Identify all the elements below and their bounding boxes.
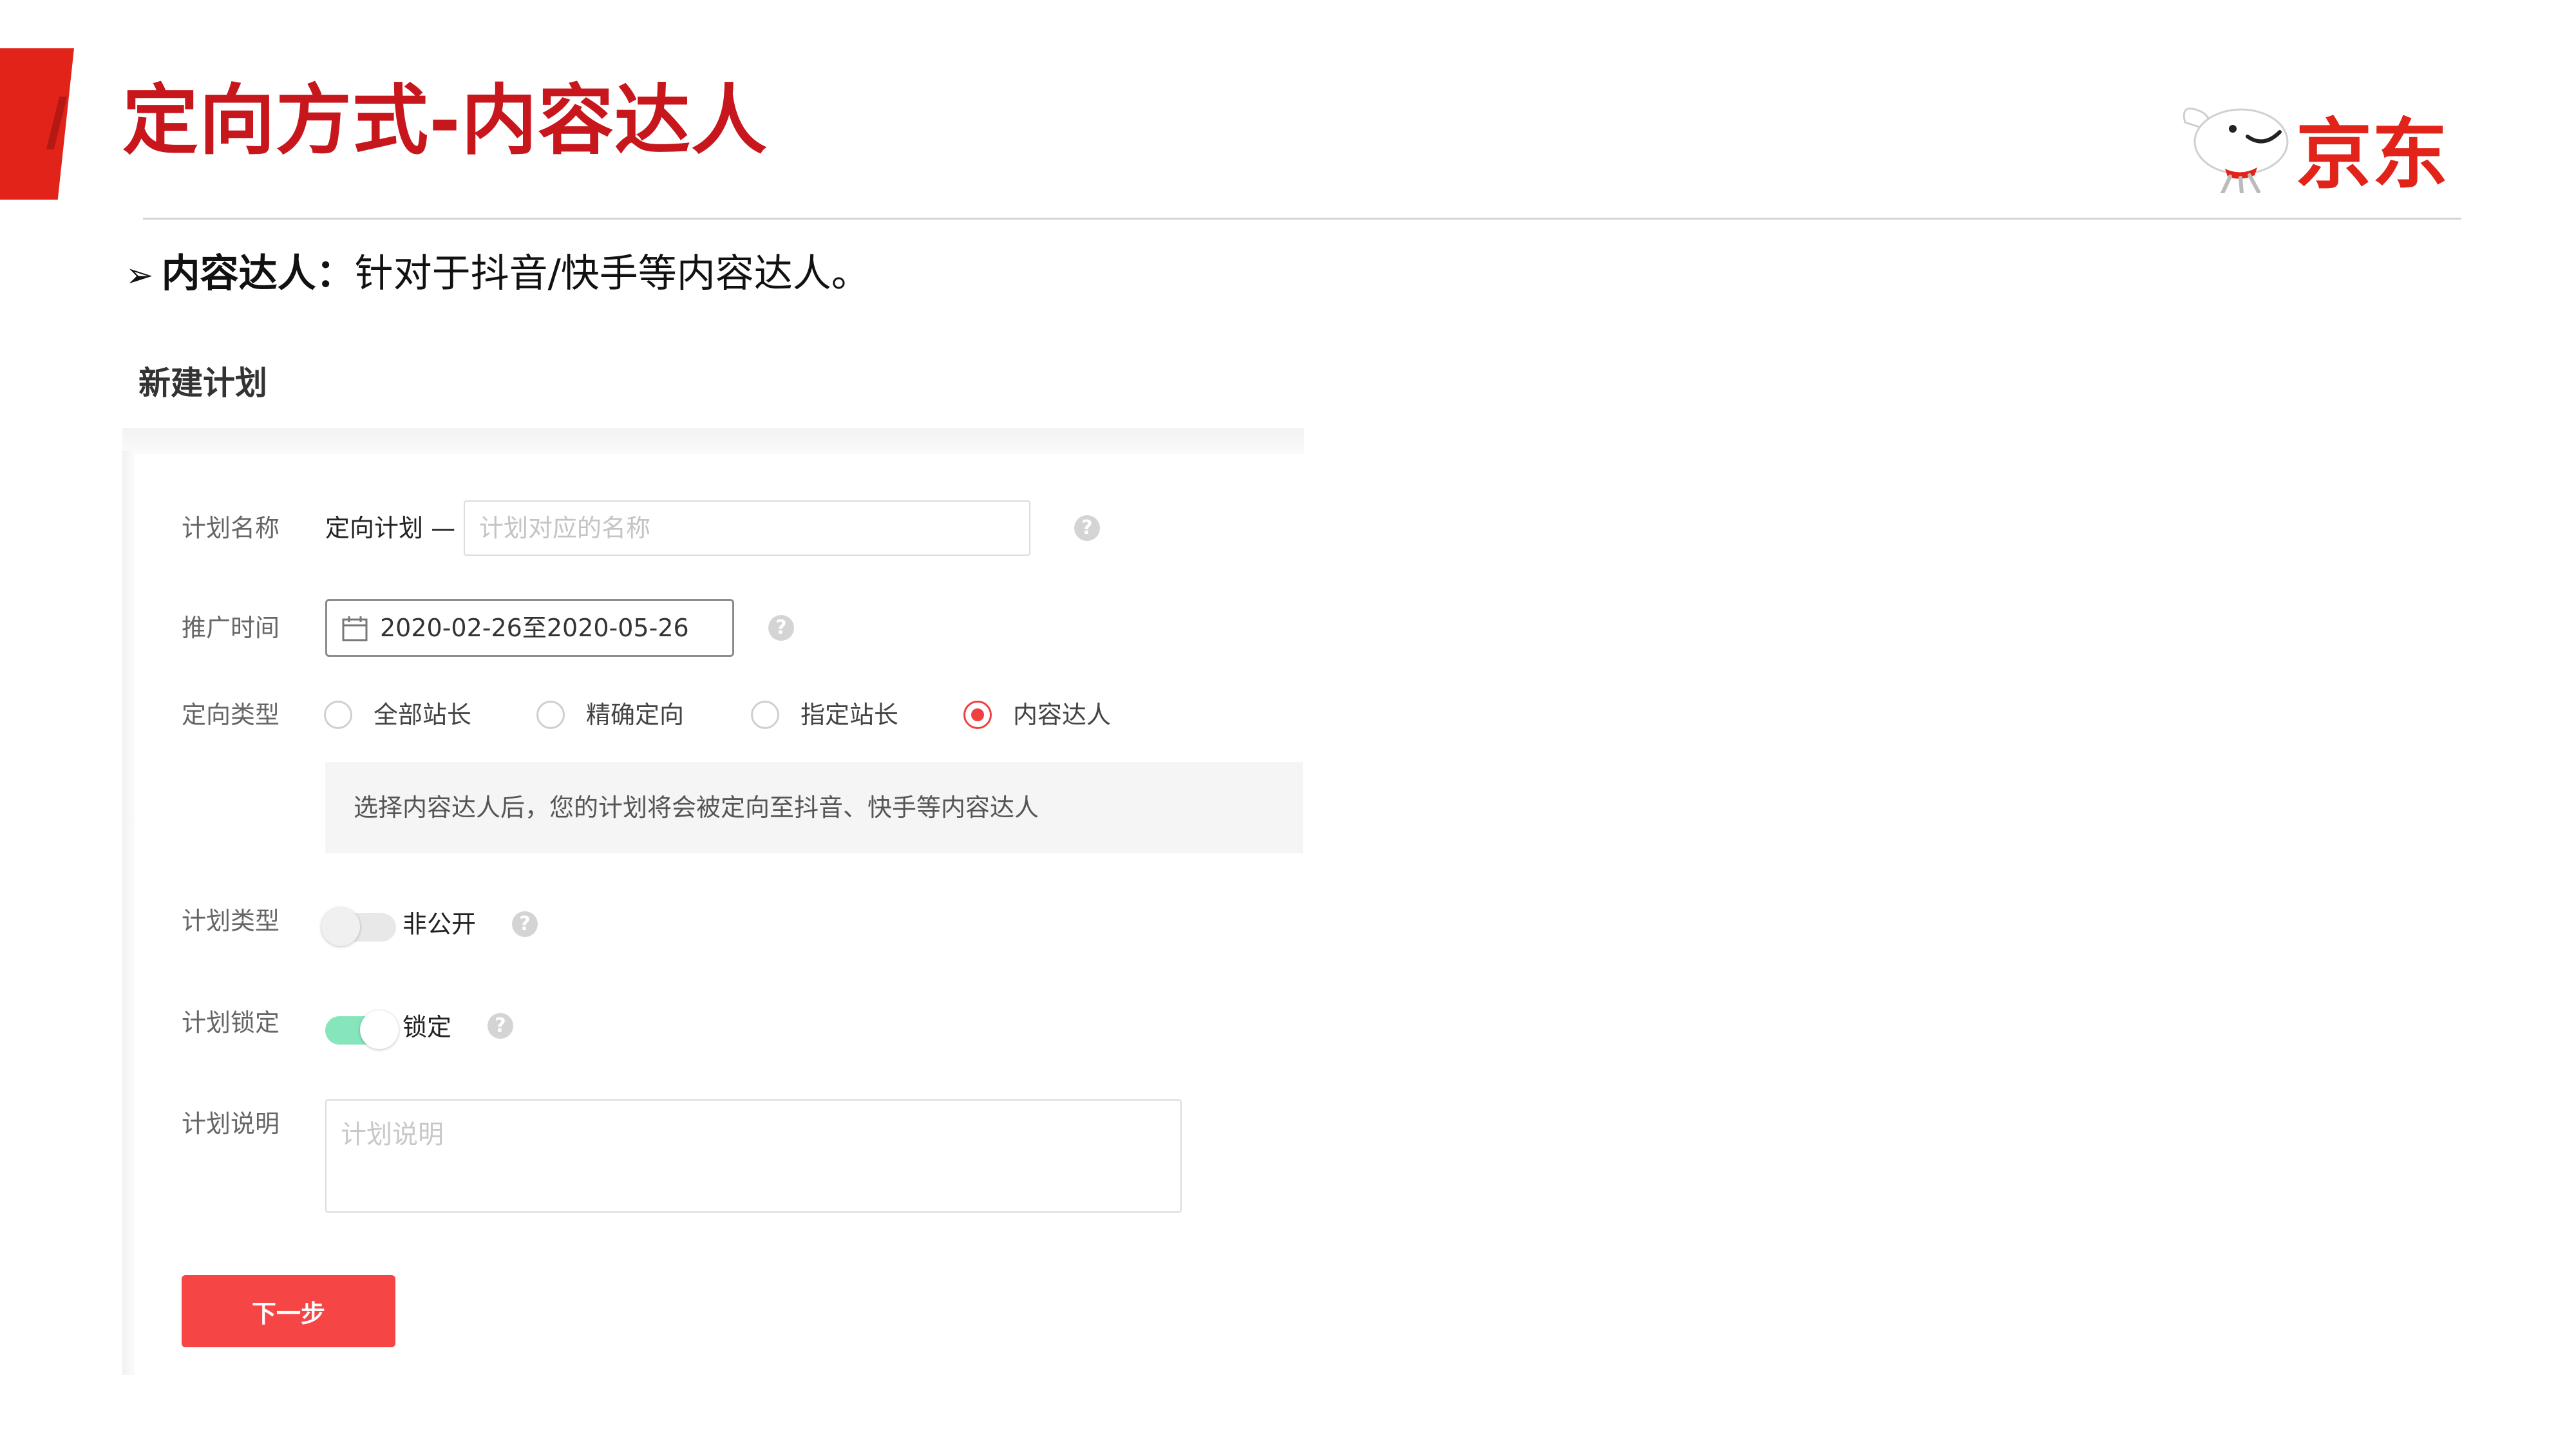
plan-lock-label: 计划锁定 [182, 1009, 280, 1037]
slide-title: 定向方式-内容达人 [122, 76, 768, 165]
plan-name-prefix: 定向计划 — [325, 514, 456, 542]
plan-type-switch-text: 非公开 [402, 910, 477, 938]
targeting-tip-box: 选择内容达人后，您的计划将会被定向至抖音、快手等内容达人 [325, 762, 1303, 853]
plan-type-help-icon[interactable]: ? [512, 911, 538, 937]
date-range-value: 2020-02-26至2020-05-26 [380, 614, 689, 642]
jd-logo-text: 京东 [2296, 110, 2448, 199]
accent-bar [0, 48, 74, 200]
radio-all-stations-label[interactable]: 全部站长 [374, 696, 471, 734]
plan-type-switch-knob [321, 907, 360, 946]
plan-name-input[interactable] [464, 500, 1030, 556]
plan-desc-label: 计划说明 [182, 1110, 280, 1138]
calendar-icon [342, 616, 368, 641]
bullet-term: 内容达人 [161, 251, 316, 296]
date-range-picker[interactable]: 2020-02-26至2020-05-26 [325, 599, 734, 657]
next-step-button[interactable]: 下一步 [182, 1275, 395, 1347]
plan-lock-switch[interactable] [325, 1010, 399, 1049]
plan-lock-switch-text: 锁定 [402, 1013, 452, 1041]
plan-type-label: 计划类型 [182, 907, 280, 935]
radio-content-creators[interactable] [963, 701, 992, 729]
plan-lock-help-icon[interactable]: ? [488, 1013, 513, 1039]
bullet-arrow-icon: ➢ [126, 256, 154, 295]
targeting-type-label: 定向类型 [182, 701, 280, 729]
radio-precise-targeting[interactable] [536, 701, 565, 729]
radio-precise-targeting-label[interactable]: 精确定向 [586, 696, 684, 734]
plan-name-help-icon[interactable]: ? [1074, 515, 1100, 541]
plan-desc-textarea[interactable] [325, 1099, 1182, 1213]
radio-all-stations[interactable] [324, 701, 352, 729]
card-top-edge [122, 428, 1304, 454]
form-heading: 新建计划 [138, 365, 267, 402]
plan-name-label: 计划名称 [182, 514, 280, 542]
header-divider [143, 218, 2461, 220]
targeting-tip-text: 选择内容达人后，您的计划将会被定向至抖音、快手等内容达人 [354, 793, 1039, 822]
promo-time-label: 推广时间 [182, 614, 280, 642]
bullet-colon: ： [316, 251, 355, 296]
radio-content-creators-label[interactable]: 内容达人 [1013, 696, 1111, 734]
plan-type-switch[interactable] [321, 907, 396, 946]
bullet-description: 针对于抖音/快手等内容达人。 [354, 251, 870, 296]
bullet-line: ➢ 内容达人：针对于抖音/快手等内容达人。 [126, 248, 870, 299]
card-left-edge [122, 451, 135, 1375]
promo-time-help-icon[interactable]: ? [768, 615, 794, 641]
plan-lock-switch-knob [360, 1010, 399, 1049]
radio-specified-stations-label[interactable]: 指定站长 [800, 696, 898, 734]
radio-specified-stations[interactable] [751, 701, 779, 729]
